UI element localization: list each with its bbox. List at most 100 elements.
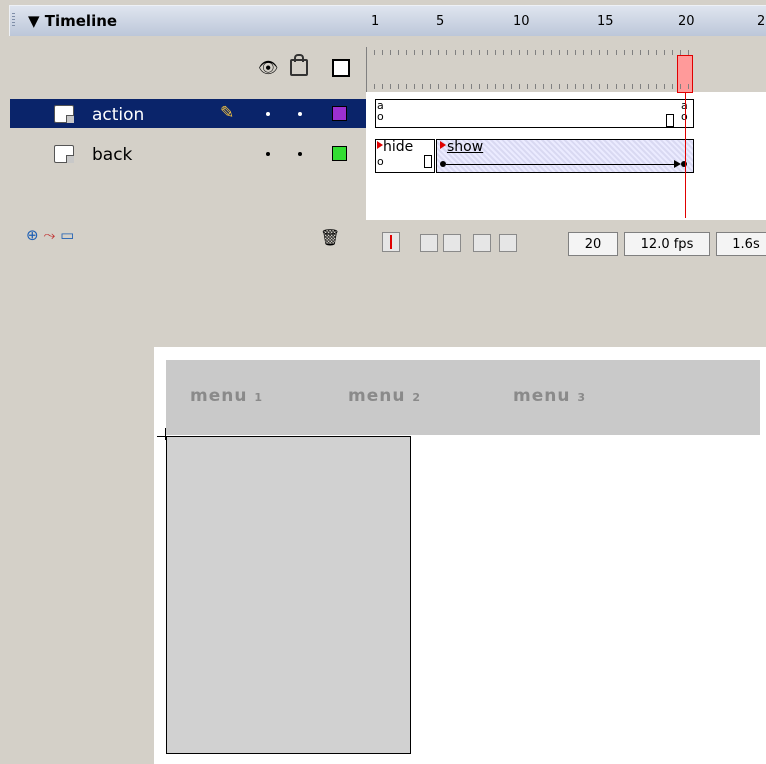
ruler-tick — [607, 84, 609, 89]
registration-crosshair — [165, 428, 166, 440]
eye-icon[interactable]: 👁 — [258, 58, 278, 77]
ruler-tick — [623, 50, 625, 55]
menu-number: 1 — [254, 391, 263, 404]
panel-title[interactable]: ▼ Timeline — [28, 12, 117, 30]
ruler-tick — [647, 50, 649, 55]
ruler-tick — [591, 50, 593, 55]
ruler-tick — [430, 50, 432, 55]
lock-dot[interactable] — [298, 152, 302, 156]
menu-item-3[interactable]: menu 3 — [513, 386, 585, 406]
ruler-tick — [470, 50, 472, 55]
center-frame-icon — [390, 235, 392, 249]
layer-color-swatch[interactable] — [332, 146, 347, 161]
ruler-tick — [454, 84, 456, 89]
ruler-tick — [631, 84, 633, 89]
menu-number: 2 — [412, 391, 421, 404]
ruler-tick — [390, 50, 392, 55]
ruler-tick — [422, 50, 424, 55]
ruler-tick — [438, 50, 440, 55]
ruler-tick — [518, 50, 520, 55]
ruler-tick — [655, 84, 657, 89]
ruler-tick — [510, 84, 512, 89]
ruler-tick — [406, 50, 408, 55]
ruler-tick — [623, 84, 625, 89]
grip-icon[interactable] — [12, 13, 15, 27]
ruler-tick — [687, 84, 689, 89]
timeline-titlebar[interactable] — [9, 5, 766, 36]
ruler-tick — [575, 50, 577, 55]
dropdown-panel[interactable] — [166, 436, 411, 754]
insert-folder-icon[interactable]: ▭ — [60, 226, 74, 244]
ruler-tick — [639, 50, 641, 55]
keyframe-action-first[interactable]: ao — [377, 100, 384, 122]
ruler-tick — [535, 84, 536, 89]
ruler-label: 10 — [513, 14, 530, 29]
layer-row-action[interactable]: action ✎ — [10, 99, 366, 128]
menu-item-2[interactable]: menu 2 — [348, 386, 420, 406]
ruler-tick — [687, 50, 689, 55]
menu-item-1[interactable]: menu 1 — [190, 386, 262, 406]
ruler-tick — [454, 50, 456, 55]
ruler-tick — [374, 84, 375, 89]
edit-multiple-frames-icon[interactable] — [473, 234, 491, 252]
ruler-tick — [526, 50, 528, 55]
ruler-tick — [647, 84, 649, 89]
ruler-tick — [486, 84, 488, 89]
onion-skin-outlines-icon[interactable] — [443, 234, 461, 252]
ruler-tick — [430, 84, 432, 89]
ruler-tick — [406, 84, 408, 89]
outline-icon[interactable] — [332, 59, 350, 77]
layer-name: back — [92, 145, 133, 165]
layer-icon — [54, 105, 74, 123]
ruler-tick — [390, 84, 392, 89]
ruler-tick — [679, 84, 681, 89]
end-frame-marker — [666, 114, 674, 127]
center-frame-button[interactable] — [382, 232, 400, 252]
ruler-tick — [414, 84, 416, 89]
ruler-tick — [462, 50, 464, 55]
insert-layer-icon[interactable]: ⊕ — [26, 226, 39, 244]
layer-color-swatch[interactable] — [332, 106, 347, 121]
ruler-tick — [663, 84, 665, 89]
onion-skin-icon[interactable] — [420, 234, 438, 252]
ruler-tick — [543, 84, 545, 89]
playhead-line[interactable] — [685, 92, 686, 218]
ruler-tick — [599, 84, 601, 89]
ruler-tick — [470, 84, 472, 89]
layer-row-back[interactable]: back — [10, 139, 366, 168]
ruler-tick — [671, 84, 673, 89]
layer-header — [10, 47, 366, 92]
ruler-label: 5 — [436, 14, 445, 29]
ruler-tick — [567, 84, 569, 89]
ruler-tick — [663, 50, 665, 55]
ruler-tick — [679, 50, 681, 55]
ruler-tick — [567, 50, 569, 55]
keyframe-empty: o — [377, 155, 384, 168]
current-frame-display: 20 — [568, 232, 618, 256]
ruler-tick — [446, 84, 448, 89]
modify-onion-markers-icon[interactable] — [499, 234, 517, 252]
end-frame-marker — [424, 155, 432, 168]
ruler-tick — [583, 84, 585, 89]
ruler-tick — [615, 50, 617, 55]
ruler-tick — [462, 84, 464, 89]
add-motion-guide-icon[interactable]: ⤳ — [43, 226, 55, 244]
ruler-tick — [551, 84, 553, 89]
visibility-dot[interactable] — [266, 112, 270, 116]
action-frames-span[interactable] — [375, 99, 694, 128]
ruler-label: 15 — [597, 14, 614, 29]
ruler-tick — [559, 50, 561, 55]
ruler-tick — [382, 50, 384, 55]
lock-dot[interactable] — [298, 112, 302, 116]
lock-icon[interactable] — [290, 54, 308, 76]
tween-arrow-head — [674, 160, 681, 168]
ruler-tick — [526, 84, 528, 89]
frame-ruler[interactable] — [366, 47, 766, 92]
ruler-tick — [486, 50, 488, 55]
trash-icon[interactable]: 🗑 — [320, 228, 340, 247]
ruler-tick — [607, 50, 609, 55]
visibility-dot[interactable] — [266, 152, 270, 156]
ruler-tick — [631, 50, 633, 55]
ruler-tick — [478, 50, 480, 55]
ruler-tick — [510, 50, 512, 55]
